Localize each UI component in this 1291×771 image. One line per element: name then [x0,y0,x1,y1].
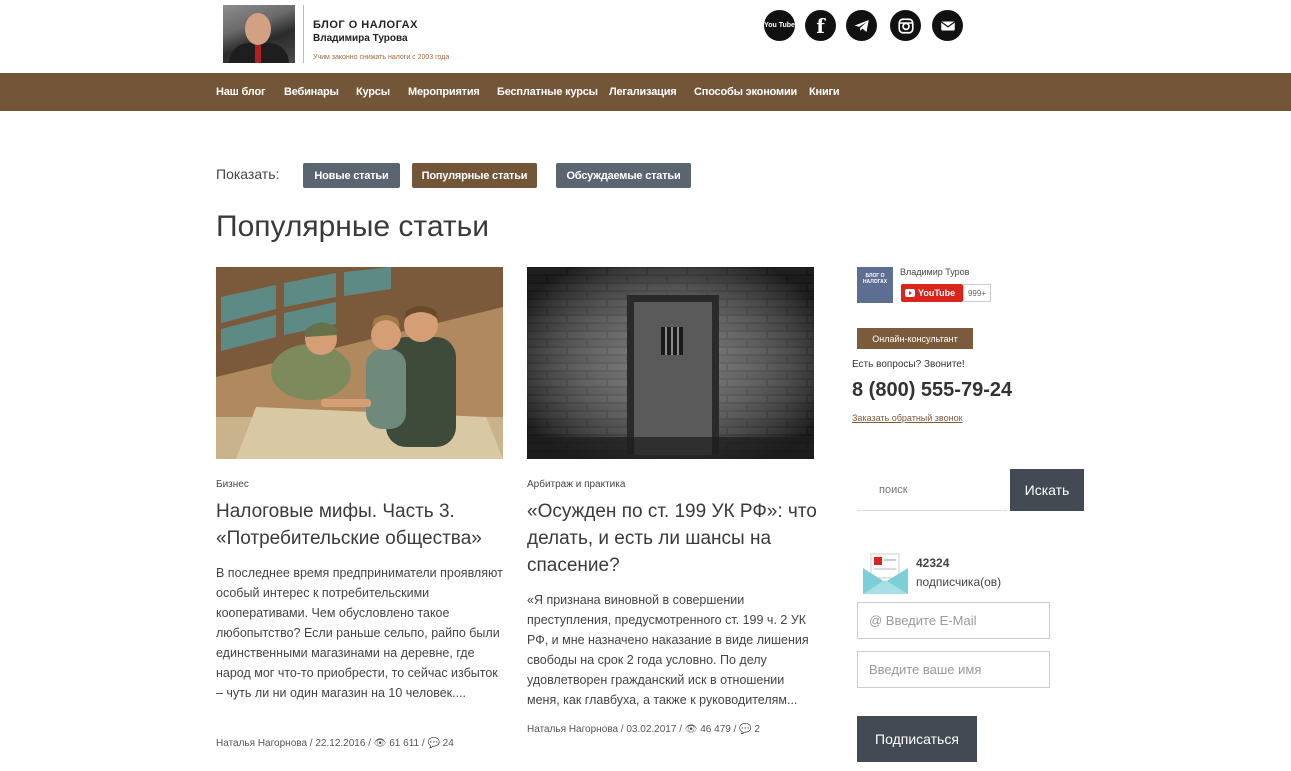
logo-tagline: Учим законно снижать налоги с 2003 года [313,54,450,61]
article-image-workers[interactable] [216,267,503,459]
popular-articles-button[interactable]: Популярные статьи [412,163,537,188]
article-date: 22.12.2016 [315,738,366,749]
article-image-prison-door[interactable] [527,267,814,459]
photo-tie [255,45,261,63]
article-title[interactable]: Налоговые мифы. Часть 3. «Потребительски… [216,498,516,552]
subscriber-count-badge: 999+ [963,284,991,302]
nav-item-books[interactable]: Книги [809,86,840,98]
nav-item-courses[interactable]: Курсы [356,86,390,98]
newsletter-envelope-icon [863,552,908,594]
subscribe-button[interactable]: Подписаться [857,716,977,762]
article-excerpt: В последнее время предприниматели проявл… [216,566,503,700]
logo-title[interactable]: БЛОГ О НАЛОГАХ [313,19,418,31]
article-author[interactable]: Наталья Нагорнова [527,724,618,735]
logo-subtitle[interactable]: Владимира Турова [313,33,408,44]
show-label: Показать: [216,166,280,182]
youtube-button-label: YouTube [918,288,956,298]
instagram-icon[interactable] [890,10,921,41]
main-nav: Наш блог Вебинары Курсы Мероприятия Бесп… [0,73,1291,111]
article-category[interactable]: Арбитраж и практика [527,479,625,490]
channel-name[interactable]: Владимир Туров [900,267,969,277]
eye-icon: 👁 [373,738,387,749]
comment-icon: 💬 [739,724,752,735]
photo-face [245,13,271,45]
logo-divider [303,5,304,63]
article-comments[interactable]: 24 [443,738,454,749]
youtube-icon[interactable]: You Tube [764,10,795,41]
nav-item-blog[interactable]: Наш блог [216,86,266,98]
article-author[interactable]: Наталья Нагорнова [216,738,307,749]
facebook-icon[interactable]: f [805,10,836,41]
search-button[interactable]: Искать [1010,469,1084,511]
subscriber-count: 42324 [916,556,950,570]
nav-item-legalization[interactable]: Легализация [609,86,677,98]
telegram-icon[interactable] [846,10,877,41]
phone-number[interactable]: 8 (800) 555-79-24 [852,379,1012,402]
channel-logo[interactable]: БЛОГ О НАЛОГАХ [857,267,893,303]
youtube-subscribe-button[interactable]: YouTube [901,284,963,302]
article-excerpt: «Я признана виновной в совершении престу… [527,593,809,707]
nav-item-webinars[interactable]: Вебинары [284,86,339,98]
comment-icon: 💬 [427,738,440,749]
author-photo[interactable] [223,5,295,63]
email-field[interactable] [857,602,1050,639]
email-icon[interactable] [932,10,963,41]
search-input[interactable] [857,469,1007,511]
article-views: 61 611 [389,738,420,749]
article-category[interactable]: Бизнес [216,479,249,490]
article-views: 46 479 [700,724,731,735]
eye-icon: 👁 [684,724,698,735]
discussed-articles-button[interactable]: Обсуждаемые статьи [556,163,691,188]
article-title[interactable]: «Осужден по ст. 199 УК РФ»: что делать, … [527,498,827,579]
article-comments[interactable]: 2 [754,724,760,735]
article-date: 03.02.2017 [626,724,677,735]
new-articles-button[interactable]: Новые статьи [303,163,400,188]
page-title: Популярные статьи [216,210,489,243]
questions-text: Есть вопросы? Звоните! [852,359,965,370]
nav-item-events[interactable]: Мероприятия [408,86,480,98]
online-consultant-button[interactable]: Онлайн-консультант [857,328,973,349]
nav-item-free-courses[interactable]: Бесплатные курсы [497,86,598,98]
youtube-icon-text: You Tube [764,22,795,29]
name-field[interactable] [857,651,1050,688]
subscriber-label: подписчика(ов) [916,575,1002,589]
youtube-play-icon [905,289,915,297]
callback-link[interactable]: Заказать обратный звонок [852,413,963,423]
article-meta: Наталья Нагорнова / 22.12.2016 / 👁 61 61… [216,738,454,749]
nav-item-savings[interactable]: Способы экономии [694,86,797,98]
article-meta: Наталья Нагорнова / 03.02.2017 / 👁 46 47… [527,724,760,735]
